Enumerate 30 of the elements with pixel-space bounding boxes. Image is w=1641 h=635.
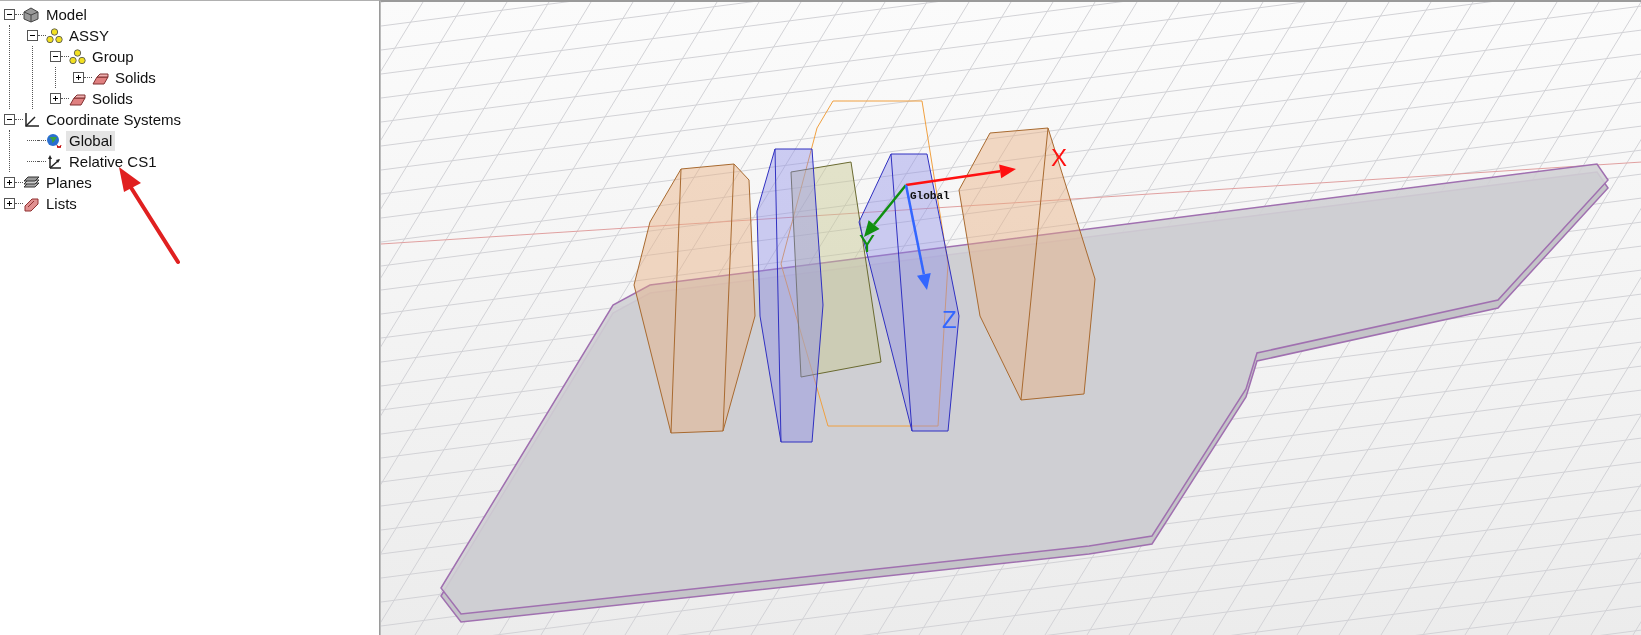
tree-item[interactable]: Solids <box>112 67 159 88</box>
expand-toggle[interactable] <box>73 72 84 83</box>
globe-icon <box>46 132 63 149</box>
expand-toggle[interactable] <box>4 177 15 188</box>
circles-icon <box>69 48 86 65</box>
axis-label: Y <box>859 230 875 257</box>
collapse-toggle[interactable] <box>50 51 61 62</box>
tree-item[interactable]: Global <box>66 130 116 151</box>
circles-icon <box>46 27 63 44</box>
axis-label: Z <box>942 306 957 333</box>
axis-label: X <box>1051 144 1067 171</box>
tree-item[interactable]: Coordinate Systems <box>43 109 185 130</box>
tree-item[interactable]: Group <box>89 46 137 67</box>
tree-item[interactable]: Planes <box>43 172 95 193</box>
expand-toggle[interactable] <box>50 93 61 104</box>
tree-item[interactable]: Solids <box>89 88 136 109</box>
tree-item[interactable]: Relative CS1 <box>66 151 160 172</box>
coordinate-system-label: Global <box>910 190 950 202</box>
tree-item[interactable]: Model <box>43 4 90 25</box>
tree-item[interactable]: ASSY <box>66 25 113 46</box>
axes-icon <box>23 111 40 128</box>
collapse-toggle[interactable] <box>27 30 38 41</box>
tag-icon <box>23 195 40 212</box>
cube-icon <box>23 6 40 23</box>
expand-toggle[interactable] <box>4 198 15 209</box>
collapse-toggle[interactable] <box>4 114 15 125</box>
tree-item[interactable]: Lists <box>43 193 80 214</box>
planes-icon <box>23 174 40 191</box>
axes-icon <box>46 153 63 170</box>
collapse-toggle[interactable] <box>4 9 15 20</box>
